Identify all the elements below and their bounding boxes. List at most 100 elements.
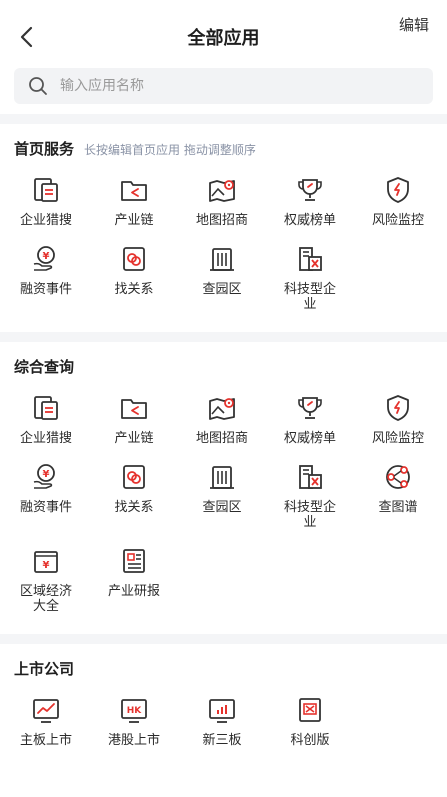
doc-search-icon: [29, 391, 63, 425]
app-tile[interactable]: 科技型企业: [266, 242, 354, 312]
graph-icon: [381, 460, 415, 494]
app-tile[interactable]: 风险监控: [354, 391, 442, 446]
app-label: 权威榜单: [283, 431, 336, 446]
app-label: 地图招商: [195, 431, 248, 446]
chain-icon: [117, 391, 151, 425]
section-header: 综合查询: [0, 356, 447, 377]
trophy-icon: [293, 391, 327, 425]
app-tile[interactable]: 产业链: [90, 391, 178, 446]
app-label: 融资事件: [19, 282, 72, 297]
app-tile[interactable]: 科创版: [266, 693, 354, 748]
app-tile[interactable]: 产业链: [90, 173, 178, 228]
app-grid: 企业猎搜 产业链 地图招商 权威榜单 风险监控 ¥ 融资事件 找关系 查园区 科技型企业 查图谱 ¥ 区…: [0, 391, 447, 628]
yuan-hand-icon: ¥: [29, 460, 63, 494]
building-icon: [205, 460, 239, 494]
app-tile[interactable]: ¥ 融资事件: [2, 242, 90, 312]
map-pin-icon: [205, 391, 239, 425]
shield-icon: [381, 391, 415, 425]
app-tile[interactable]: 新三板: [178, 693, 266, 748]
section-divider: [0, 114, 447, 124]
app-label: 风险监控: [371, 213, 424, 228]
section-title: 综合查询: [14, 358, 75, 376]
app-tile[interactable]: 查图谱: [354, 460, 442, 530]
app-tile[interactable]: ¥ 融资事件: [2, 460, 90, 530]
app-label: 找关系: [114, 282, 154, 297]
app-tile[interactable]: ¥ 区域经济大全: [2, 544, 90, 614]
svg-text:¥: ¥: [43, 469, 50, 480]
section-divider: [0, 634, 447, 644]
section-hint: 长按编辑首页应用 拖动调整顺序: [84, 143, 256, 157]
section-header: 首页服务 长按编辑首页应用 拖动调整顺序: [0, 138, 447, 159]
search-icon: [28, 75, 50, 97]
svg-text:HK: HK: [127, 706, 143, 716]
app-label: 权威榜单: [283, 213, 336, 228]
app-tile[interactable]: 风险监控: [354, 173, 442, 228]
relation-icon: [117, 242, 151, 276]
building-icon: [205, 242, 239, 276]
app-tile[interactable]: 地图招商: [178, 391, 266, 446]
bar-chart-icon: [205, 693, 239, 727]
relation-icon: [117, 460, 151, 494]
tech-building-icon: [293, 460, 327, 494]
report-icon: [117, 544, 151, 578]
hk-icon: HK: [117, 693, 151, 727]
chain-icon: [117, 173, 151, 207]
app-grid: 企业猎搜 产业链 地图招商 权威榜单 风险监控 ¥ 融资事件 找关系 查园区 科技型企业: [0, 173, 447, 326]
app-tile[interactable]: HK 港股上市: [90, 693, 178, 748]
app-label: 新三板: [202, 733, 242, 748]
section-title: 首页服务: [14, 140, 75, 158]
app-tile[interactable]: 找关系: [90, 460, 178, 530]
app-tile[interactable]: 权威榜单: [266, 391, 354, 446]
app-label: 查图谱: [378, 500, 418, 515]
app-sections: 首页服务 长按编辑首页应用 拖动调整顺序 企业猎搜 产业链 地图招商 权威榜单 风险监控 ¥ 融…: [0, 124, 447, 768]
app-label: 产业链: [114, 213, 154, 228]
app-label: 查园区: [202, 500, 242, 515]
app-tile[interactable]: 地图招商: [178, 173, 266, 228]
app-tile[interactable]: 产业研报: [90, 544, 178, 614]
app-tile[interactable]: 查园区: [178, 242, 266, 312]
app-label: 产业链: [114, 431, 154, 446]
app-tile[interactable]: 企业猎搜: [2, 391, 90, 446]
app-tile[interactable]: 企业猎搜: [2, 173, 90, 228]
app-label: 港股上市: [107, 733, 160, 748]
app-label: 区域经济大全: [19, 584, 72, 614]
section-1: 首页服务 长按编辑首页应用 拖动调整顺序企业猎搜 产业链 地图招商 权威榜单 风险监控 ¥ 融…: [0, 124, 447, 332]
trophy-icon: [293, 173, 327, 207]
app-label: 融资事件: [19, 500, 72, 515]
app-label: 地图招商: [195, 213, 248, 228]
search-box[interactable]: [14, 68, 433, 104]
trend-chart-icon: [29, 693, 63, 727]
section-2: 综合查询企业猎搜 产业链 地图招商 权威榜单 风险监控 ¥ 融资事件 找关系 查园区 科技型企业 查…: [0, 342, 447, 634]
app-tile[interactable]: 主板上市: [2, 693, 90, 748]
app-label: 产业研报: [107, 584, 160, 599]
app-label: 查园区: [202, 282, 242, 297]
region-economy-icon: ¥: [29, 544, 63, 578]
app-grid: 主板上市 HK 港股上市 新三板 科创版: [0, 693, 447, 762]
section-header: 上市公司: [0, 658, 447, 679]
app-tile[interactable]: 科技型企业: [266, 460, 354, 530]
section-title: 上市公司: [14, 660, 75, 678]
app-tile[interactable]: 查园区: [178, 460, 266, 530]
svg-text:¥: ¥: [43, 251, 50, 262]
app-tile[interactable]: 找关系: [90, 242, 178, 312]
app-label: 科技型企业: [283, 500, 336, 530]
app-label: 主板上市: [19, 733, 72, 748]
edit-button[interactable]: 编辑: [399, 14, 429, 35]
tech-building-icon: [293, 242, 327, 276]
star-market-icon: [293, 693, 327, 727]
app-label: 企业猎搜: [19, 213, 72, 228]
app-label: 风险监控: [371, 431, 424, 446]
shield-icon: [381, 173, 415, 207]
app-label: 企业猎搜: [19, 431, 72, 446]
section-3: 上市公司主板上市 HK 港股上市 新三板 科创版: [0, 644, 447, 768]
doc-search-icon: [29, 173, 63, 207]
search-input[interactable]: [60, 78, 360, 94]
app-label: 科创版: [290, 733, 330, 748]
section-divider: [0, 332, 447, 342]
app-tile[interactable]: 权威榜单: [266, 173, 354, 228]
app-label: 科技型企业: [283, 282, 336, 312]
header-bar: 全部应用 编辑: [0, 0, 447, 64]
app-label: 找关系: [114, 500, 154, 515]
svg-text:¥: ¥: [43, 560, 50, 571]
search-bar: [0, 64, 447, 114]
